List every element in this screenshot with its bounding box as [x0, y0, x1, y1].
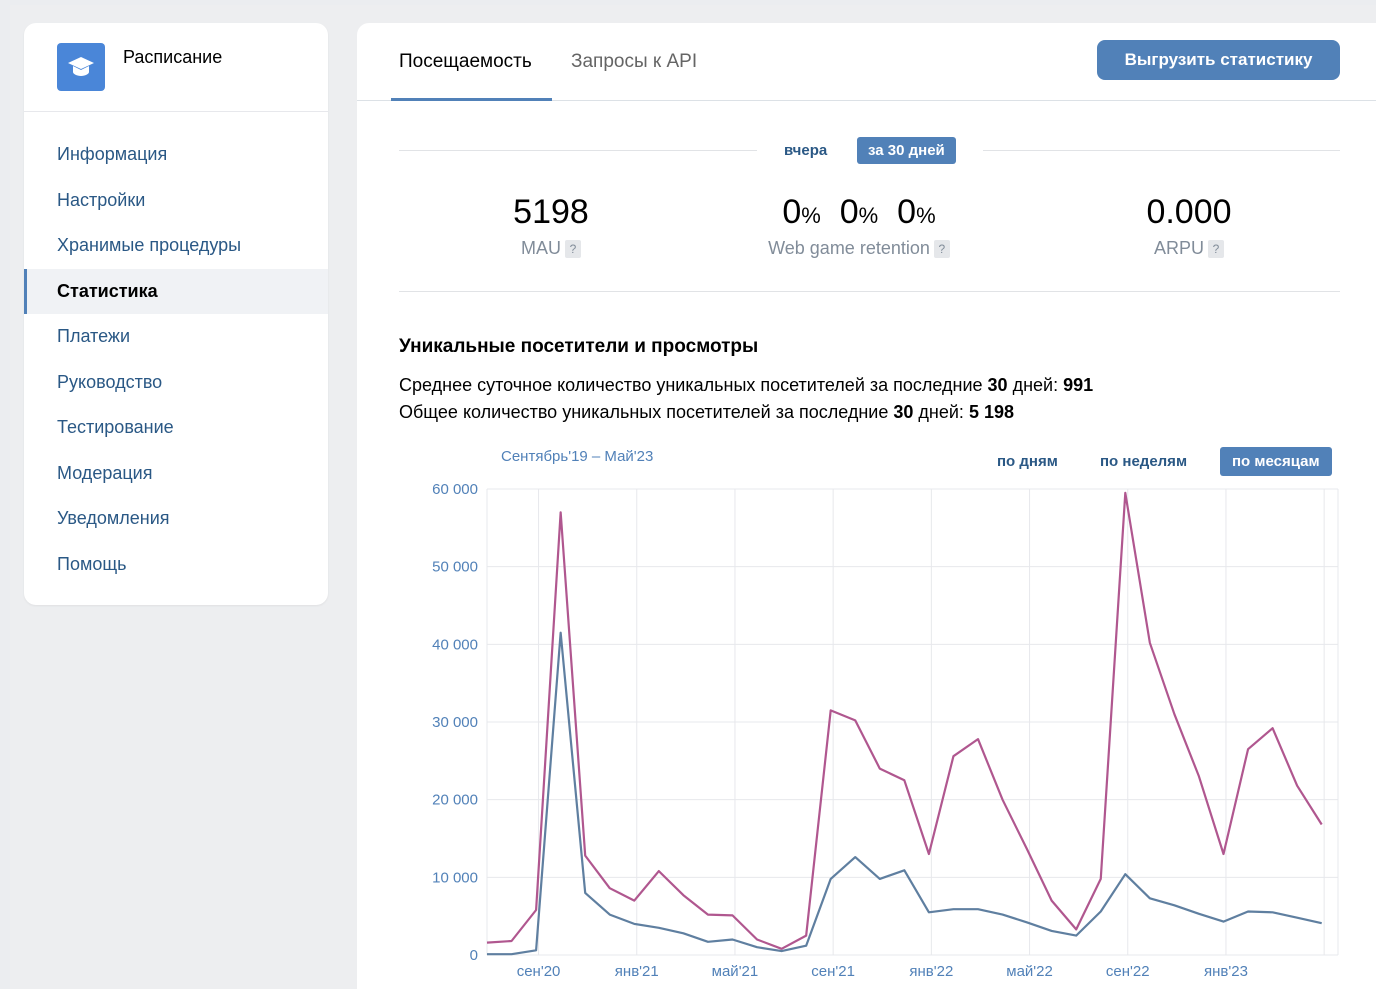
visitors-chart: 0 10 000 20 000 30 000 40 000 50 000 60 000 сен… — [432, 481, 1339, 980]
y-tick-label: 10 000 — [432, 869, 478, 886]
x-tick-label: май'21 — [712, 963, 759, 980]
series-line-views — [486, 491, 1323, 950]
x-tick-label: сен'20 — [517, 963, 561, 980]
y-tick-label: 60 000 — [432, 481, 478, 498]
series-line-visitors — [487, 631, 1322, 956]
x-tick-label: янв'22 — [909, 963, 953, 980]
x-tick-label: май'22 — [1006, 963, 1053, 980]
y-tick-label: 0 — [470, 947, 478, 964]
y-tick-label: 20 000 — [432, 792, 478, 809]
y-tick-label: 30 000 — [432, 714, 478, 731]
x-tick-label: янв'23 — [1204, 963, 1248, 980]
x-tick-label: сен'21 — [811, 963, 855, 980]
x-tick-label: янв'21 — [615, 963, 659, 980]
x-tick-label: сен'22 — [1106, 963, 1150, 980]
y-tick-label: 40 000 — [432, 636, 478, 653]
y-tick-label: 50 000 — [432, 559, 478, 576]
